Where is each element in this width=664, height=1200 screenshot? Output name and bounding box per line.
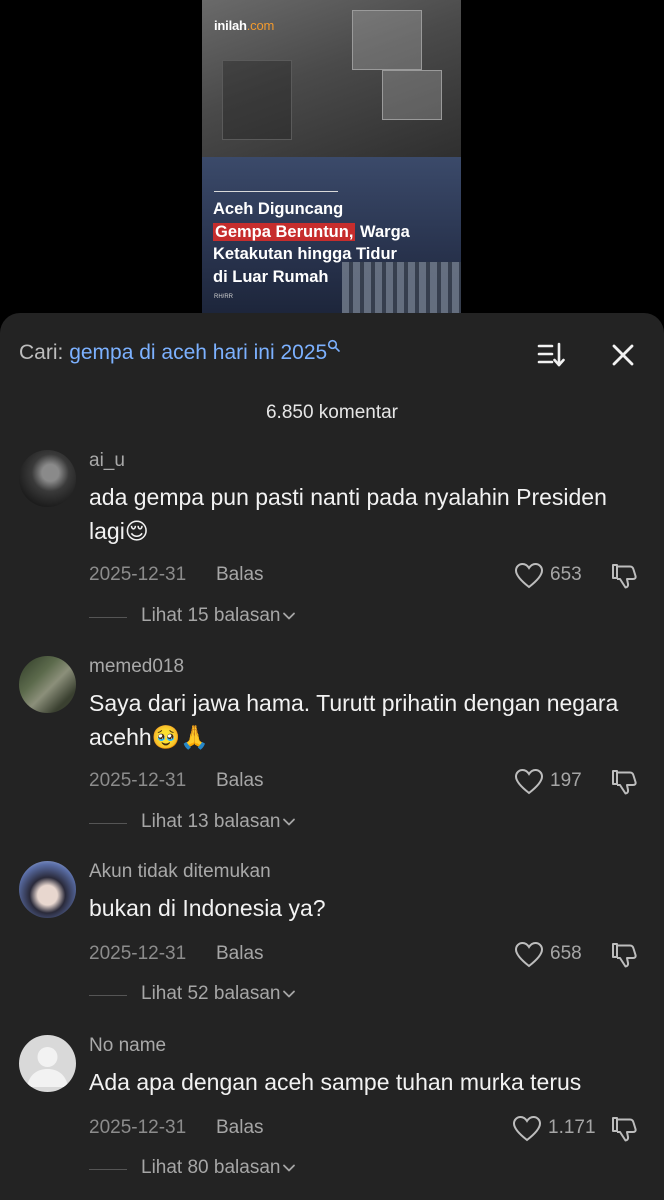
replies-divider	[89, 617, 127, 618]
comment-date: 2025-12-31	[89, 1117, 187, 1138]
avatar[interactable]	[19, 1035, 76, 1092]
avatar[interactable]	[19, 450, 76, 507]
like-count: 658	[550, 943, 582, 964]
reply-button[interactable]: Balas	[216, 943, 264, 965]
replies-divider	[89, 995, 127, 996]
view-replies-button[interactable]: Lihat 80 balasan	[89, 1156, 389, 1182]
comment-username[interactable]: ai_u	[89, 450, 125, 472]
view-replies-label: Lihat 15 balasan	[141, 605, 281, 626]
comments-panel: Cari: gempa di aceh hari ini 2025 6.850 …	[0, 313, 664, 1200]
view-replies-label: Lihat 13 balasan	[141, 811, 281, 832]
search-suggestion[interactable]: Cari: gempa di aceh hari ini 2025	[19, 339, 439, 371]
replies-divider	[89, 823, 127, 824]
like-count: 653	[550, 564, 582, 585]
sort-icon[interactable]	[536, 340, 568, 370]
reply-button[interactable]: Balas	[216, 770, 264, 792]
chevron-down-icon	[283, 818, 296, 826]
view-replies-button[interactable]: Lihat 52 balasan	[89, 982, 389, 1008]
heart-icon	[514, 941, 544, 968]
close-icon[interactable]	[608, 340, 638, 370]
comment-text: Ada apa dengan aceh sampe tuhan murka te…	[89, 1069, 582, 1095]
chevron-down-icon	[283, 990, 296, 998]
thumbs-down-icon[interactable]	[609, 1114, 639, 1144]
heart-icon	[514, 768, 544, 795]
video-frame-bottom: Aceh Diguncang Gempa Beruntun, Warga Ket…	[202, 157, 461, 330]
heart-icon	[514, 562, 544, 589]
view-replies-button[interactable]: Lihat 13 balasan	[89, 810, 389, 836]
thumbs-down-icon[interactable]	[609, 940, 639, 970]
video-logo: inilah.com	[214, 18, 275, 33]
chevron-down-icon	[283, 612, 296, 620]
comment-text: bukan di Indonesia ya?	[89, 895, 326, 921]
like-count: 197	[550, 770, 582, 791]
thumbs-down-icon[interactable]	[609, 561, 639, 591]
headline-highlight: Gempa Beruntun,	[213, 222, 356, 241]
video-headline: Aceh Diguncang Gempa Beruntun, Warga Ket…	[213, 200, 410, 286]
view-replies-label: Lihat 80 balasan	[141, 1157, 281, 1178]
like-button[interactable]: 197	[514, 767, 600, 795]
avatar[interactable]	[19, 656, 76, 713]
search-query-link[interactable]: gempa di aceh hari ini 2025	[69, 341, 327, 364]
replies-divider	[89, 1169, 127, 1170]
video-frame-top: inilah.com	[202, 0, 461, 157]
view-replies-button[interactable]: Lihat 15 balasan	[89, 604, 389, 630]
like-count: 1.171	[548, 1117, 596, 1138]
default-avatar-icon	[27, 1047, 68, 1087]
headline-divider	[214, 191, 338, 192]
comment-date: 2025-12-31	[89, 770, 187, 791]
comment-username[interactable]: memed018	[89, 656, 184, 678]
screen: inilah.com Aceh Diguncang Gempa Beruntun…	[0, 0, 664, 1200]
view-replies-label: Lihat 52 balasan	[141, 983, 281, 1004]
comment-count: 6.850 komentar	[265, 402, 399, 423]
comment-text: ada gempa pun pasti nanti pada nyalahin …	[89, 484, 607, 544]
chevron-down-icon	[283, 1164, 296, 1172]
comment-username[interactable]: Akun tidak ditemukan	[89, 861, 271, 883]
search-prefix: Cari:	[19, 341, 70, 364]
avatar[interactable]	[19, 861, 76, 918]
comment-date: 2025-12-31	[89, 564, 187, 585]
comment-username[interactable]: No name	[89, 1035, 166, 1057]
heart-icon	[512, 1115, 542, 1142]
reply-button[interactable]: Balas	[216, 1117, 264, 1139]
like-button[interactable]: 658	[514, 940, 600, 968]
comment-text: Saya dari jawa hama. Turutt prihatin den…	[89, 690, 619, 750]
like-button[interactable]: 1.171	[512, 1114, 598, 1142]
thumbs-down-icon[interactable]	[609, 767, 639, 797]
like-button[interactable]: 653	[514, 561, 600, 589]
comment-date: 2025-12-31	[89, 943, 187, 964]
search-icon	[327, 339, 341, 353]
video-player[interactable]: inilah.com Aceh Diguncang Gempa Beruntun…	[202, 0, 461, 330]
reply-button[interactable]: Balas	[216, 564, 264, 586]
video-credit: RH/RR	[214, 294, 233, 300]
